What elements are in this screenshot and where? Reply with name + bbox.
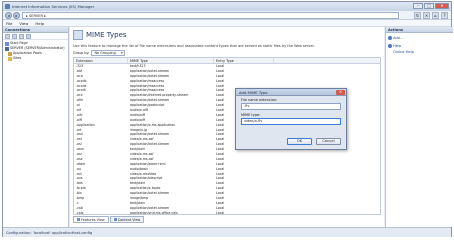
cell-mime-type: application/vnd.ms-office.calx bbox=[130, 210, 178, 215]
breadcrumb[interactable]: ▸ SERVER ▸ bbox=[26, 14, 46, 18]
group-by-bar: Group by: No Grouping bbox=[73, 50, 125, 56]
tab-content-view[interactable]: Content View bbox=[109, 216, 145, 223]
address-tools: ↻ × ⌂ ? bbox=[414, 12, 448, 19]
dialog-body: File name extension: .flv MIME type: vid… bbox=[241, 98, 343, 128]
actions-pane: Actions Add... Help Online Help bbox=[385, 27, 453, 227]
view-tabs: Features View Content View bbox=[73, 216, 145, 224]
connections-tree: Start Page SERVER (SERVER\Administrator)… bbox=[3, 40, 68, 62]
back-button[interactable]: ◂ bbox=[5, 12, 12, 19]
cell-extension: .calx bbox=[76, 210, 84, 215]
page-title: MIME Types bbox=[86, 31, 127, 39]
group-by-label: Group by: bbox=[73, 51, 90, 55]
extension-field[interactable]: .flv bbox=[241, 103, 341, 110]
mime-types-icon bbox=[73, 30, 83, 40]
minimize-button[interactable]: – bbox=[413, 3, 423, 9]
save-icon[interactable] bbox=[12, 34, 17, 39]
sites-folder-icon bbox=[8, 56, 12, 61]
menu-bar: File View Help bbox=[3, 20, 451, 27]
table-row[interactable]: .calx application/vnd.ms-office.calx Local bbox=[74, 210, 380, 215]
actions-header: Actions bbox=[386, 27, 453, 33]
cell-entry-type: Local bbox=[216, 210, 225, 215]
iis-manager-window: Internet Information Services (IIS) Mana… bbox=[2, 1, 453, 237]
group-by-select[interactable]: No Grouping bbox=[91, 50, 125, 56]
page-icon bbox=[5, 41, 9, 46]
connect-icon[interactable] bbox=[5, 34, 10, 39]
status-bar: Configuration: 'localhost' applicationHo… bbox=[3, 227, 451, 237]
status-text: Configuration: 'localhost' applicationHo… bbox=[6, 231, 93, 235]
connections-pane: Connections Start Page SERVER (SERVER\Ad… bbox=[3, 27, 69, 227]
action-label: Add... bbox=[393, 36, 404, 40]
action-online-help[interactable]: Online Help bbox=[386, 49, 453, 55]
ok-button[interactable]: OK bbox=[287, 138, 312, 145]
dialog-close-button[interactable]: ✕ bbox=[336, 90, 345, 95]
title-bar: Internet Information Services (IIS) Mana… bbox=[3, 2, 451, 11]
menu-view[interactable]: View bbox=[19, 20, 28, 26]
stop-icon[interactable]: × bbox=[423, 12, 430, 19]
help-icon bbox=[388, 44, 392, 48]
feature-description: Use this feature to manage the list of f… bbox=[73, 44, 315, 48]
app-pool-icon bbox=[8, 51, 12, 56]
forward-button[interactable]: ▸ bbox=[13, 12, 20, 19]
window-controls: – □ ✕ bbox=[413, 3, 449, 9]
delete-icon[interactable] bbox=[26, 34, 31, 39]
connections-toolbar bbox=[3, 33, 68, 40]
tab-label: Content View bbox=[117, 217, 141, 222]
tab-label: Features View bbox=[81, 217, 105, 222]
address-field[interactable]: ▸ SERVER ▸ bbox=[22, 12, 399, 19]
add-mime-type-dialog: Add MIME Type ✕ File name extension: .fl… bbox=[235, 88, 347, 150]
add-icon bbox=[388, 36, 392, 40]
mime-type-field[interactable]: video/x-flv bbox=[241, 118, 341, 125]
column-extension[interactable]: Extension bbox=[74, 58, 128, 63]
iis-app-icon bbox=[5, 4, 10, 9]
window-title: Internet Information Services (IIS) Mana… bbox=[12, 4, 95, 9]
dialog-title: Add MIME Type bbox=[239, 90, 268, 95]
close-window-button[interactable]: ✕ bbox=[435, 3, 449, 9]
tree-item-sites[interactable]: Sites bbox=[5, 56, 66, 61]
features-view-icon bbox=[77, 218, 80, 221]
menu-file[interactable]: File bbox=[6, 20, 12, 26]
help-icon[interactable]: ? bbox=[441, 12, 448, 19]
tab-features-view[interactable]: Features View bbox=[73, 216, 109, 223]
action-label: Online Help bbox=[393, 50, 414, 54]
dialog-title-bar: Add MIME Type ✕ bbox=[236, 89, 346, 96]
action-add[interactable]: Add... bbox=[386, 35, 453, 41]
column-mime-type[interactable]: MIME Type bbox=[128, 58, 214, 63]
action-label: Help bbox=[393, 44, 402, 48]
address-bar: ◂ ▸ ▸ SERVER ▸ ↻ × ⌂ ? bbox=[3, 11, 451, 20]
feature-header: MIME Types bbox=[72, 29, 382, 42]
up-icon[interactable] bbox=[19, 34, 24, 39]
home-icon[interactable]: ⌂ bbox=[432, 12, 439, 19]
column-entry-type[interactable]: Entry Type bbox=[214, 58, 274, 63]
menu-help[interactable]: Help bbox=[35, 20, 44, 26]
refresh-icon[interactable]: ↻ bbox=[414, 12, 421, 19]
cancel-button[interactable]: Cancel bbox=[316, 138, 341, 145]
connections-header: Connections bbox=[3, 27, 68, 33]
tree-item-label: Sites bbox=[13, 56, 22, 60]
server-icon bbox=[5, 46, 9, 51]
content-view-icon bbox=[113, 218, 117, 221]
maximize-button[interactable]: □ bbox=[424, 3, 434, 9]
dialog-buttons: OK Cancel bbox=[287, 138, 341, 145]
